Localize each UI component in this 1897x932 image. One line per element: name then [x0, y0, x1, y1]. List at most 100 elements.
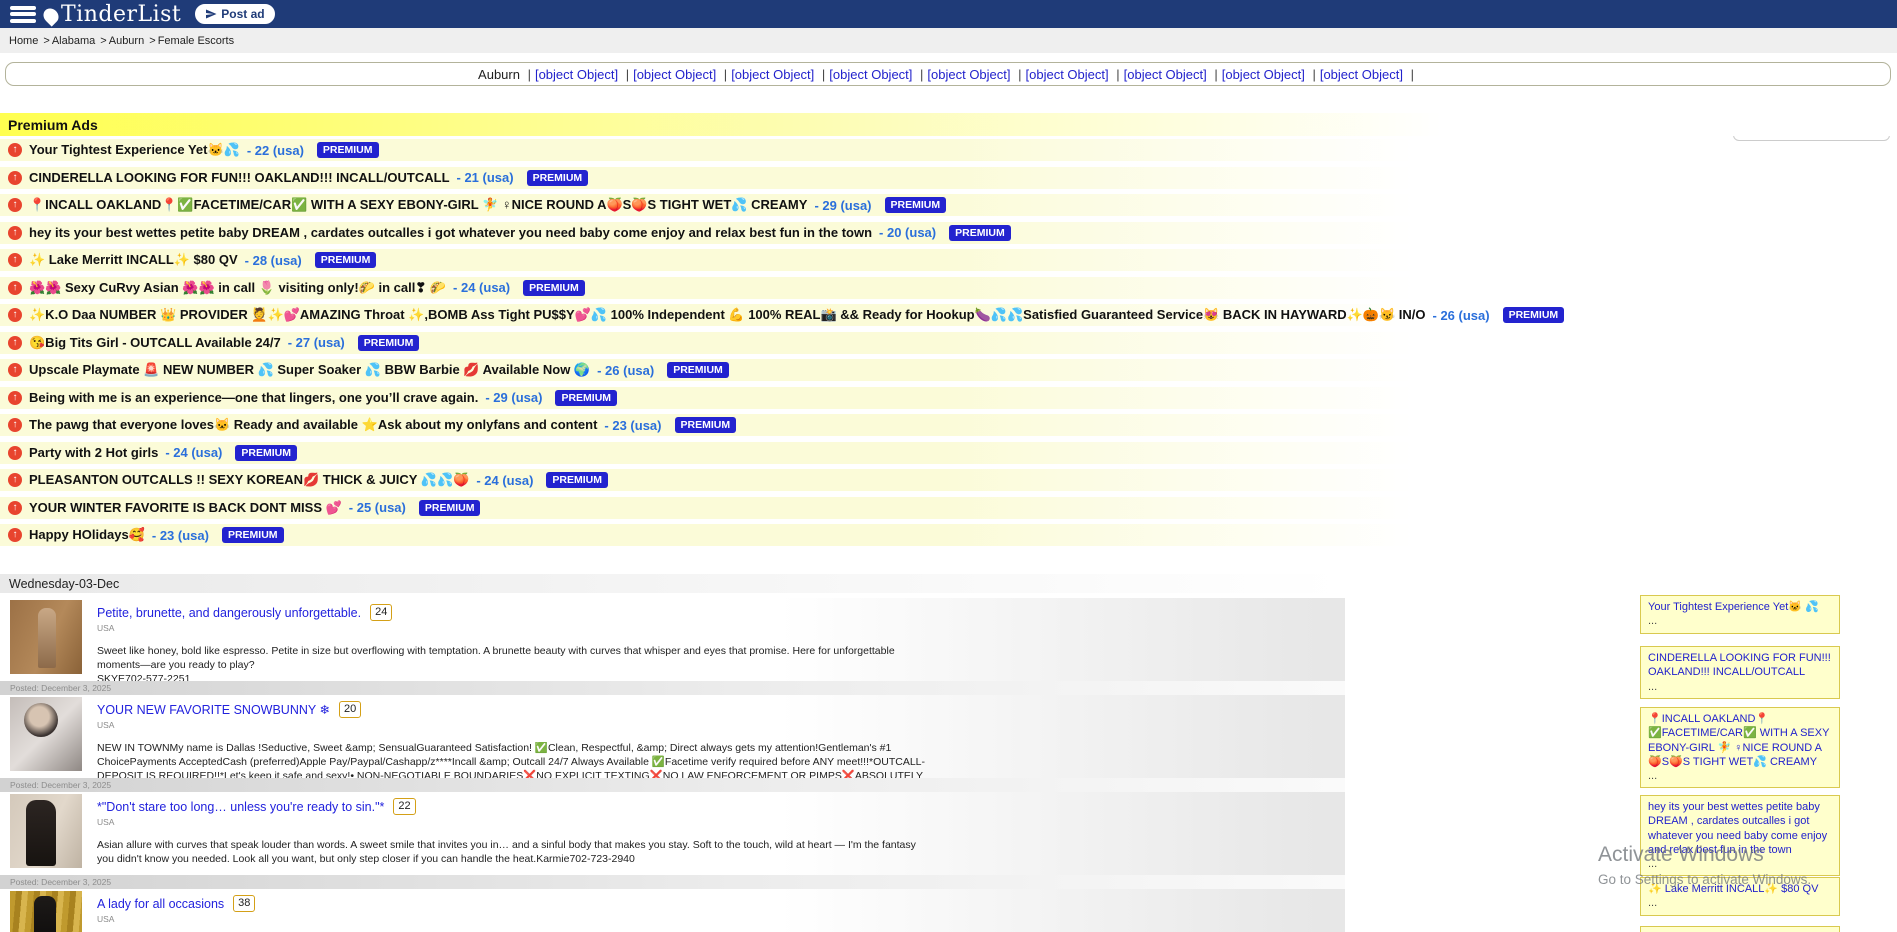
- breadcrumb-category[interactable]: Female Escorts: [158, 35, 238, 47]
- premium-ad-row[interactable]: ↑ Happy HOlidays🥰 - 23 (usa) PREMIUM: [0, 524, 1570, 546]
- listing-posted-date: Posted: December 3, 2025: [10, 780, 111, 790]
- search-input[interactable]: Auburn[object Object][object Object][obj…: [5, 62, 1891, 86]
- sidebar-ad-box-partial[interactable]: [1640, 926, 1840, 932]
- up-arrow-icon: ↑: [8, 528, 22, 542]
- premium-badge[interactable]: PREMIUM: [546, 472, 608, 488]
- sidebar-ad-box[interactable]: Your Tightest Experience Yet🐱 💦 ...: [1640, 595, 1840, 634]
- sidebar-ad-title[interactable]: CINDERELLA LOOKING FOR FUN!!! OAKLAND!!!…: [1648, 651, 1832, 680]
- sidebar-ad-box[interactable]: hey its your best wettes petite baby DRE…: [1640, 795, 1840, 876]
- premium-badge[interactable]: PREMIUM: [675, 417, 737, 433]
- premium-ad-row[interactable]: ↑ CINDERELLA LOOKING FOR FUN!!! OAKLAND!…: [0, 167, 1570, 189]
- city-link[interactable]: [object Object]: [829, 67, 927, 82]
- listing-title-link[interactable]: A lady for all occasions: [97, 897, 224, 911]
- breadcrumb-city[interactable]: Auburn: [109, 35, 158, 47]
- premium-ad-row[interactable]: ↑ Upscale Playmate 🚨 NEW NUMBER 💦 Super …: [0, 359, 1570, 381]
- date-header: Wednesday-03-Dec: [0, 574, 1345, 593]
- up-arrow-icon: ↑: [8, 171, 22, 185]
- city-link[interactable]: [object Object]: [1320, 67, 1418, 82]
- premium-ad-title[interactable]: Upscale Playmate 🚨 NEW NUMBER 💦 Super So…: [29, 362, 590, 378]
- sidebar-ad-box[interactable]: 📍INCALL OAKLAND📍 ✅FACETIME/CAR✅ WITH A S…: [1640, 707, 1840, 788]
- listing-thumbnail[interactable]: [10, 891, 82, 932]
- post-ad-label: Post ad: [221, 7, 264, 21]
- premium-badge[interactable]: PREMIUM: [523, 280, 585, 296]
- premium-ad-title[interactable]: Your Tightest Experience Yet🐱💦: [29, 142, 240, 158]
- site-logo[interactable]: TinderList: [44, 2, 181, 27]
- premium-ad-title[interactable]: Being with me is an experience—one that …: [29, 390, 478, 405]
- premium-ad-row[interactable]: ↑ ✨ Lake Merritt INCALL✨ $80 QV - 28 (us…: [0, 249, 1570, 271]
- paper-plane-icon: [205, 8, 217, 20]
- premium-badge[interactable]: PREMIUM: [419, 500, 481, 516]
- premium-ad-title[interactable]: The pawg that everyone loves🐱 Ready and …: [29, 417, 597, 433]
- sidebar-ad-title[interactable]: 📍INCALL OAKLAND📍 ✅FACETIME/CAR✅ WITH A S…: [1648, 712, 1832, 769]
- listing-title-link[interactable]: YOUR NEW FAVORITE SNOWBUNNY ❄: [97, 702, 330, 717]
- premium-ad-title[interactable]: ✨K.O Daa NUMBER 👑 PROVIDER 💆✨💕AMAZING Th…: [29, 307, 1426, 323]
- premium-badge[interactable]: PREMIUM: [317, 142, 379, 158]
- premium-badge[interactable]: PREMIUM: [315, 252, 377, 268]
- premium-ad-age: - 28 (usa): [245, 253, 302, 268]
- premium-ad-row[interactable]: ↑ 🌺🌺 Sexy CuRvy Asian 🌺🌺 in call 🌷 visit…: [0, 277, 1570, 299]
- sidebar-ad-title[interactable]: Your Tightest Experience Yet🐱 💦: [1648, 600, 1832, 614]
- premium-badge[interactable]: PREMIUM: [885, 197, 947, 213]
- listing-content: Petite, brunette, and dangerously unforg…: [97, 604, 927, 687]
- premium-ad-row[interactable]: ↑ 📍INCALL OAKLAND📍✅FACETIME/CAR✅ WITH A …: [0, 194, 1570, 216]
- premium-ad-title[interactable]: 🌺🌺 Sexy CuRvy Asian 🌺🌺 in call 🌷 visitin…: [29, 280, 446, 296]
- premium-ad-title[interactable]: 📍INCALL OAKLAND📍✅FACETIME/CAR✅ WITH A SE…: [29, 197, 807, 213]
- premium-ad-title[interactable]: PLEASANTON OUTCALLS !! SEXY KOREAN💋 THIC…: [29, 472, 469, 488]
- premium-ad-age: - 21 (usa): [457, 170, 514, 185]
- premium-badge[interactable]: PREMIUM: [667, 362, 729, 378]
- premium-ad-age: - 26 (usa): [597, 363, 654, 378]
- premium-badge[interactable]: PREMIUM: [222, 527, 284, 543]
- premium-ad-row[interactable]: ↑ Being with me is an experience—one tha…: [0, 387, 1570, 409]
- breadcrumb-state[interactable]: Alabama: [52, 35, 109, 47]
- premium-ad-row[interactable]: ↑ Party with 2 Hot girls - 24 (usa) PREM…: [0, 442, 1570, 464]
- city-link[interactable]: [object Object]: [535, 67, 633, 82]
- listing-country: USA: [97, 817, 927, 827]
- premium-ad-title[interactable]: YOUR WINTER FAVORITE IS BACK DONT MISS 💕: [29, 500, 342, 516]
- sidebar-ad-title[interactable]: ✨ Lake Merritt INCALL✨ $80 QV: [1648, 882, 1832, 896]
- listing-title-link[interactable]: *"Don't stare too long… unless you're re…: [97, 800, 384, 814]
- listing-thumbnail[interactable]: [10, 600, 82, 674]
- premium-ad-row[interactable]: ↑ ✨K.O Daa NUMBER 👑 PROVIDER 💆✨💕AMAZING …: [0, 304, 1570, 326]
- city-link[interactable]: [object Object]: [731, 67, 829, 82]
- premium-ad-title[interactable]: Party with 2 Hot girls: [29, 445, 158, 460]
- premium-ad-title[interactable]: CINDERELLA LOOKING FOR FUN!!! OAKLAND!!!…: [29, 170, 450, 185]
- listing-age-badge: 20: [339, 701, 361, 718]
- listing-title-link[interactable]: Petite, brunette, and dangerously unforg…: [97, 606, 361, 620]
- city-link[interactable]: [object Object]: [633, 67, 731, 82]
- post-ad-button[interactable]: Post ad: [195, 4, 274, 24]
- premium-badge[interactable]: PREMIUM: [1503, 307, 1565, 323]
- premium-ad-age: - 24 (usa): [165, 445, 222, 460]
- city-link[interactable]: [object Object]: [1026, 67, 1124, 82]
- premium-ad-row[interactable]: ↑ The pawg that everyone loves🐱 Ready an…: [0, 414, 1570, 436]
- premium-ad-title[interactable]: 😘Big Tits Girl - OUTCALL Available 24/7: [29, 335, 281, 351]
- premium-ad-row[interactable]: ↑ Your Tightest Experience Yet🐱💦 - 22 (u…: [0, 139, 1570, 161]
- listing-thumbnail[interactable]: [10, 794, 82, 868]
- premium-badge[interactable]: PREMIUM: [235, 445, 297, 461]
- city-link[interactable]: [object Object]: [1222, 67, 1320, 82]
- premium-ad-age: - 20 (usa): [879, 225, 936, 240]
- city-link[interactable]: [object Object]: [927, 67, 1025, 82]
- listing-thumbnail[interactable]: [10, 697, 82, 771]
- premium-ad-row[interactable]: ↑ YOUR WINTER FAVORITE IS BACK DONT MISS…: [0, 497, 1570, 519]
- city-link[interactable]: [object Object]: [1124, 67, 1222, 82]
- premium-section-title: Premium Ads: [8, 117, 98, 133]
- listing-posted-date: Posted: December 3, 2025: [10, 877, 111, 887]
- premium-ad-row[interactable]: ↑ PLEASANTON OUTCALLS !! SEXY KOREAN💋 TH…: [0, 469, 1570, 491]
- hamburger-menu-icon[interactable]: [10, 6, 36, 23]
- premium-badge[interactable]: PREMIUM: [555, 390, 617, 406]
- premium-ad-title[interactable]: Happy HOlidays🥰: [29, 527, 145, 543]
- premium-ad-title[interactable]: ✨ Lake Merritt INCALL✨ $80 QV: [29, 252, 238, 268]
- premium-ad-age: - 22 (usa): [247, 143, 304, 158]
- sidebar-ad-title[interactable]: hey its your best wettes petite baby DRE…: [1648, 800, 1832, 857]
- premium-badge[interactable]: PREMIUM: [358, 335, 420, 351]
- premium-ad-row[interactable]: ↑ 😘Big Tits Girl - OUTCALL Available 24/…: [0, 332, 1570, 354]
- premium-ad-age: - 24 (usa): [453, 280, 510, 295]
- sidebar-ad-box[interactable]: CINDERELLA LOOKING FOR FUN!!! OAKLAND!!!…: [1640, 646, 1840, 699]
- premium-badge[interactable]: PREMIUM: [949, 225, 1011, 241]
- premium-ad-row[interactable]: ↑ hey its your best wettes petite baby D…: [0, 222, 1570, 244]
- premium-badge[interactable]: PREMIUM: [527, 170, 589, 186]
- date-header-label: Wednesday-03-Dec: [9, 577, 119, 591]
- sidebar-ad-box[interactable]: ✨ Lake Merritt INCALL✨ $80 QV ...: [1640, 877, 1840, 916]
- premium-ad-title[interactable]: hey its your best wettes petite baby DRE…: [29, 225, 872, 240]
- breadcrumb-home[interactable]: Home: [9, 35, 52, 47]
